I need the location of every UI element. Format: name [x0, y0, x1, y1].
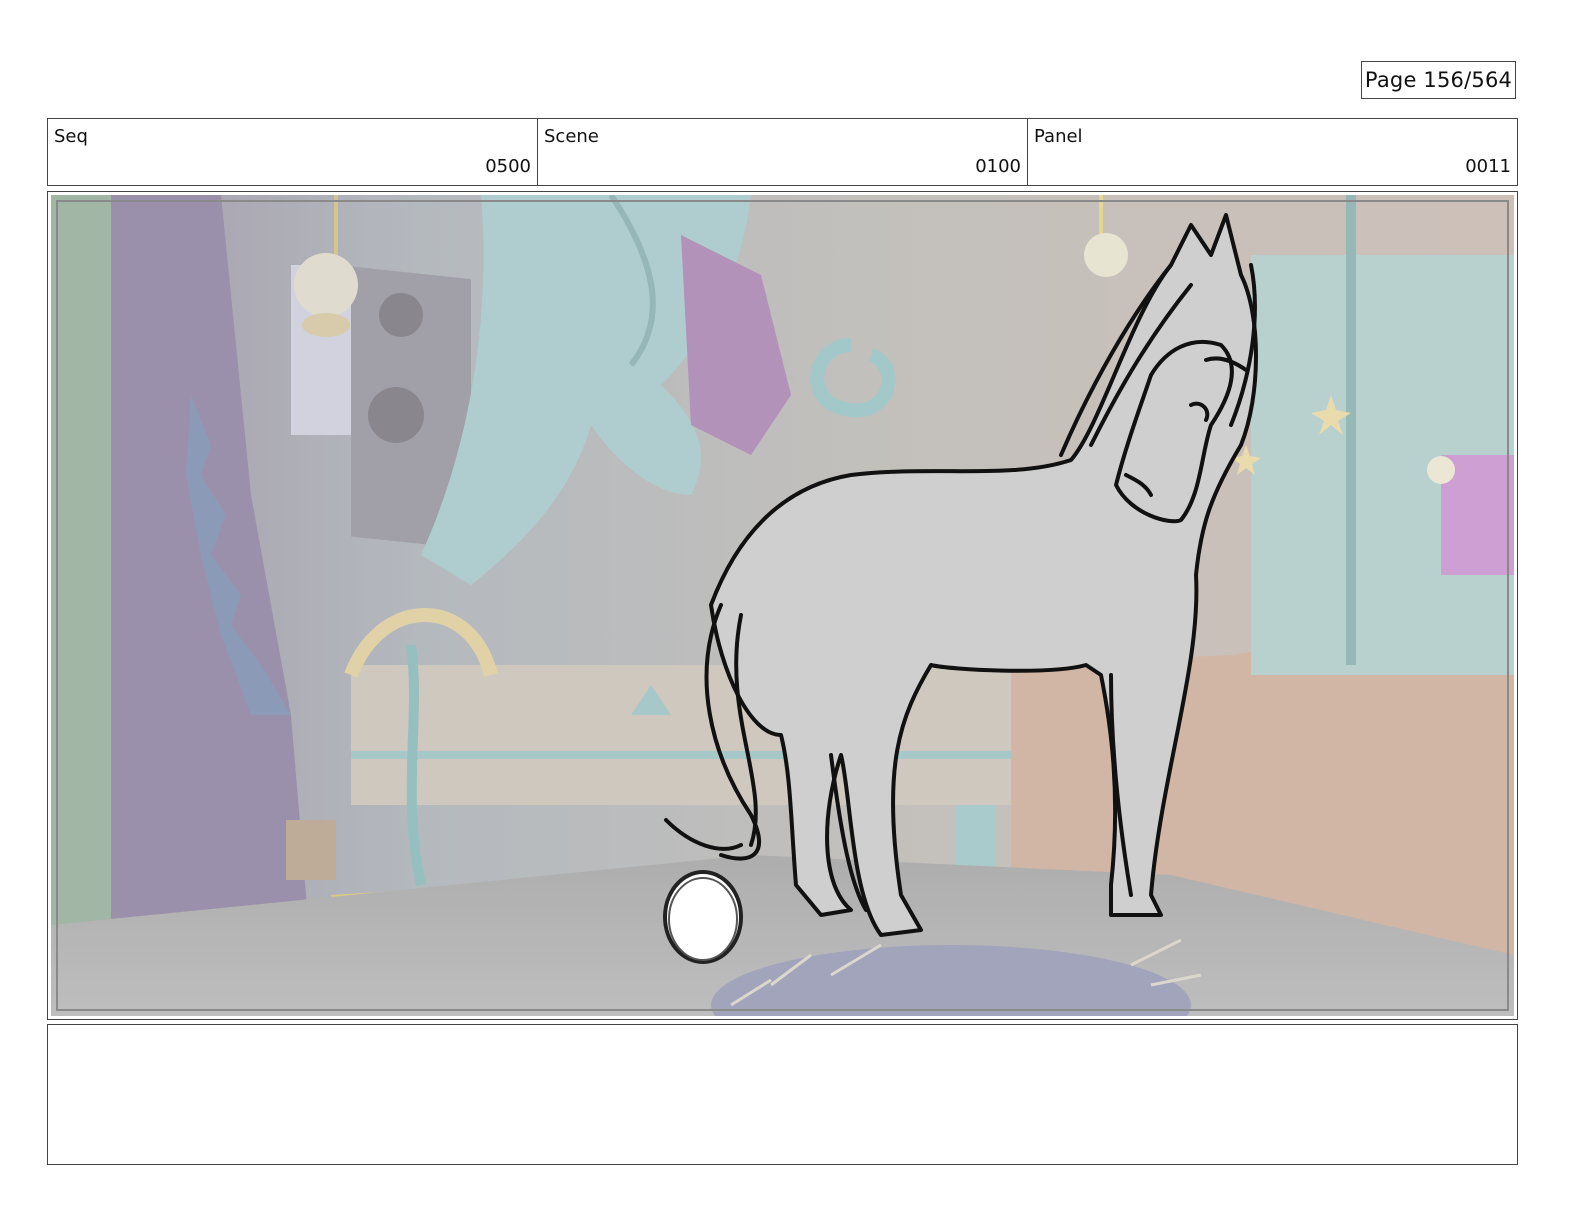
panel-cell: Panel 0011 [1028, 119, 1517, 185]
seq-value: 0500 [485, 156, 531, 177]
egg [663, 870, 743, 964]
panel-info-bar: Seq 0500 Scene 0100 Panel 0011 [47, 118, 1518, 186]
seq-cell: Seq 0500 [48, 119, 538, 185]
scene-label: Scene [544, 126, 599, 147]
panel-label: Panel [1034, 126, 1083, 147]
scene-cell: Scene 0100 [538, 119, 1028, 185]
scene-value: 0100 [975, 156, 1021, 177]
storyboard-panel [47, 191, 1518, 1020]
panel-notes [47, 1024, 1518, 1165]
seq-label: Seq [54, 126, 88, 147]
panel-artwork [51, 195, 1514, 1016]
panel-value: 0011 [1465, 156, 1511, 177]
page-number: Page 156/564 [1361, 61, 1516, 99]
